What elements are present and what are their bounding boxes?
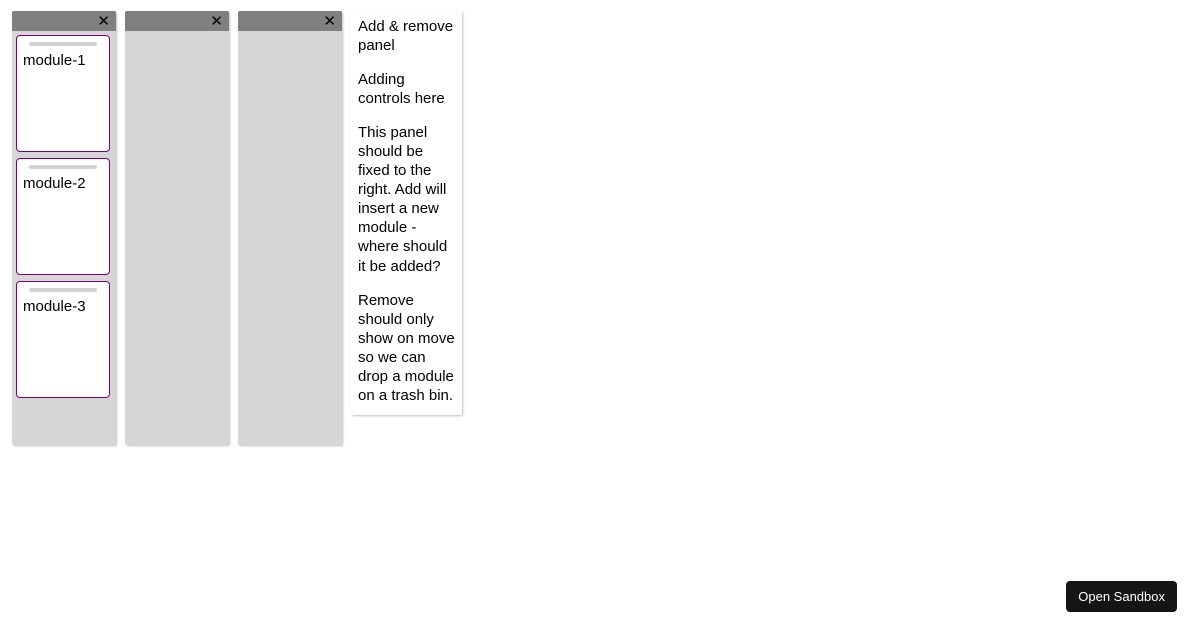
column-2[interactable]: ✕ bbox=[125, 11, 229, 445]
close-icon[interactable]: ✕ bbox=[95, 14, 112, 29]
module-label: module-2 bbox=[23, 175, 103, 193]
close-icon[interactable]: ✕ bbox=[208, 14, 225, 29]
info-text: Adding controls here bbox=[358, 70, 455, 108]
info-heading: Add & remove panel bbox=[358, 17, 455, 55]
drag-handle-icon[interactable] bbox=[29, 288, 97, 292]
column-body[interactable] bbox=[125, 31, 229, 445]
module-label: module-3 bbox=[23, 298, 103, 316]
module-card[interactable]: module-3 bbox=[16, 281, 110, 398]
open-sandbox-button[interactable]: Open Sandbox bbox=[1066, 581, 1177, 612]
board: ✕ module-1 module-2 module-3 ✕ ✕ bbox=[0, 0, 1200, 445]
module-card[interactable]: module-1 bbox=[16, 35, 110, 152]
info-panel: Add & remove panel Adding controls here … bbox=[351, 11, 462, 415]
column-3[interactable]: ✕ bbox=[238, 11, 342, 445]
column-body[interactable] bbox=[238, 31, 342, 445]
drag-handle-icon[interactable] bbox=[29, 165, 97, 169]
close-icon[interactable]: ✕ bbox=[321, 14, 338, 29]
module-label: module-1 bbox=[23, 52, 103, 70]
column-header: ✕ bbox=[238, 11, 342, 31]
column-1[interactable]: ✕ module-1 module-2 module-3 bbox=[12, 11, 116, 445]
module-card[interactable]: module-2 bbox=[16, 158, 110, 275]
column-header: ✕ bbox=[125, 11, 229, 31]
drag-handle-icon[interactable] bbox=[29, 42, 97, 46]
column-body[interactable]: module-1 module-2 module-3 bbox=[12, 31, 116, 445]
column-header: ✕ bbox=[12, 11, 116, 31]
info-text: This panel should be fixed to the right.… bbox=[358, 123, 455, 275]
info-text: Remove should only show on move so we ca… bbox=[358, 291, 455, 405]
